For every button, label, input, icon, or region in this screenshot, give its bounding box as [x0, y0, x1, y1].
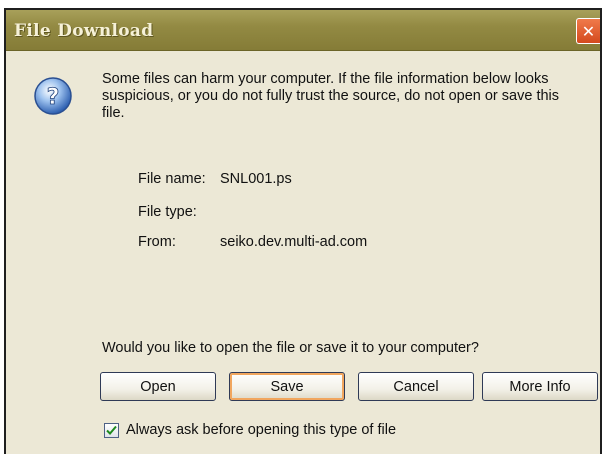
warning-message: Some files can harm your computer. If th…	[102, 71, 560, 121]
open-button[interactable]: Open	[100, 372, 216, 401]
svg-text:?: ?	[47, 85, 60, 110]
file-name-value: SNL001.ps	[220, 171, 292, 187]
help-icon: ?	[34, 77, 72, 115]
file-name-label: File name:	[138, 171, 206, 187]
save-button[interactable]: Save	[229, 372, 345, 401]
more-info-button[interactable]: More Info	[482, 372, 598, 401]
close-icon: ✕	[581, 21, 596, 41]
from-label: From:	[138, 234, 176, 250]
title-bar[interactable]: File Download ✕	[6, 10, 600, 51]
checkmark-icon	[106, 425, 117, 435]
file-type-label: File type:	[138, 204, 197, 220]
dialog-title: File Download	[14, 21, 154, 41]
always-ask-label: Always ask before opening this type of f…	[126, 422, 397, 438]
cancel-button[interactable]: Cancel	[358, 372, 474, 401]
close-button[interactable]: ✕	[576, 18, 600, 44]
from-value: seiko.dev.multi-ad.com	[220, 234, 368, 250]
always-ask-option[interactable]: Always ask before opening this type of f…	[104, 422, 396, 438]
always-ask-checkbox[interactable]	[104, 422, 119, 438]
file-download-dialog: File Download ✕ ? Some files can harm yo…	[4, 8, 602, 454]
download-question: Would you like to open the file or save …	[102, 340, 479, 356]
